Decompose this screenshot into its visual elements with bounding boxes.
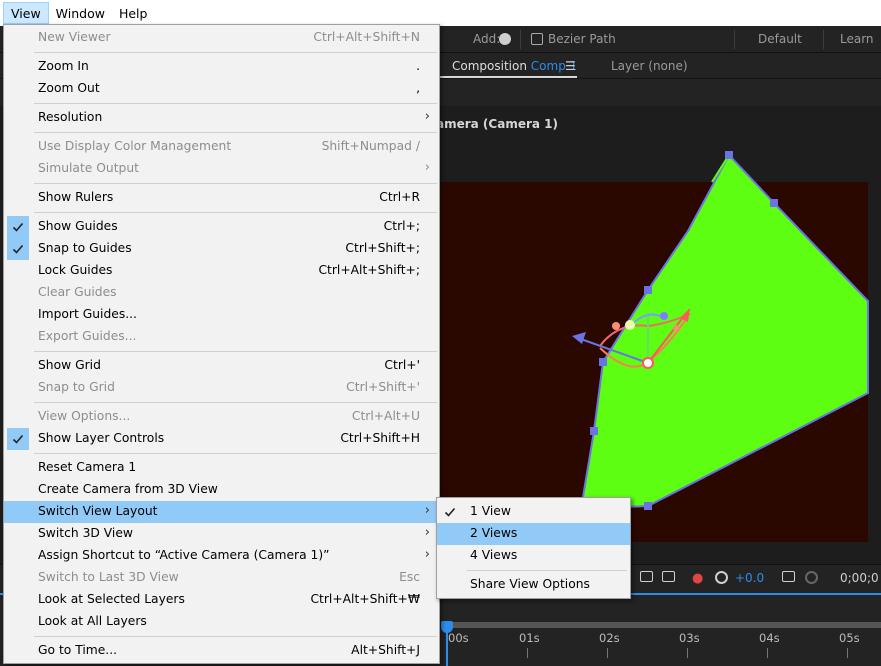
menu-window[interactable]: Window xyxy=(49,2,112,24)
menu-item-snap-to-guides[interactable]: Snap to Guides Ctrl+Shift+; xyxy=(4,238,439,260)
color-channels-icon[interactable]: ● xyxy=(692,571,703,586)
menu-item-import-guides[interactable]: Import Guides... xyxy=(4,304,439,326)
menu-separator xyxy=(34,183,437,184)
work-area-bar[interactable] xyxy=(445,622,881,628)
time-ruler-tick xyxy=(527,648,528,658)
checkmark-icon xyxy=(7,216,29,238)
submenu-arrow-icon: › xyxy=(424,109,430,124)
view-menu-dropdown: New Viewer Ctrl+Alt+Shift+N Zoom In . Zo… xyxy=(3,24,440,664)
menu-item-simulate-output[interactable]: Simulate Output › xyxy=(4,158,439,180)
menu-separator xyxy=(34,52,437,53)
menu-separator xyxy=(34,132,437,133)
checkmark-icon xyxy=(7,238,29,260)
menu-separator xyxy=(34,103,437,104)
camera-snapshot-icon[interactable] xyxy=(782,571,795,582)
menu-item-show-layer-controls[interactable]: Show Layer Controls Ctrl+Shift+H xyxy=(4,428,439,450)
menu-item-export-guides[interactable]: Export Guides... xyxy=(4,326,439,348)
menu-item-snap-to-grid[interactable]: Snap to Grid Ctrl+Shift+' xyxy=(4,377,439,399)
menu-item-display-color-management[interactable]: Use Display Color Management Shift+Numpa… xyxy=(4,136,439,158)
time-ruler-tick xyxy=(767,648,768,658)
green-shape-layer xyxy=(579,153,869,511)
menu-item-look-at-selected-layers[interactable]: Look at Selected Layers Ctrl+Alt+Shift+₩ xyxy=(4,589,439,611)
menu-item-view-options[interactable]: View Options... Ctrl+Alt+U xyxy=(4,406,439,428)
switch-view-layout-submenu: 1 View 2 Views 4 Views Share View Option… xyxy=(436,497,631,599)
menu-item-assign-shortcut[interactable]: Assign Shortcut to “Active Camera (Camer… xyxy=(4,545,439,567)
exposure-reset-icon[interactable] xyxy=(715,571,728,584)
menu-item-zoom-in[interactable]: Zoom In . xyxy=(4,56,439,78)
checkmark-icon xyxy=(7,428,29,450)
menu-item-zoom-out[interactable]: Zoom Out , xyxy=(4,78,439,100)
time-ruler-label: 02s xyxy=(599,631,620,645)
time-ruler-label: 04s xyxy=(759,631,780,645)
menu-item-show-rulers[interactable]: Show Rulers Ctrl+R xyxy=(4,187,439,209)
submenu-arrow-icon: › xyxy=(424,547,430,562)
menu-item-go-to-time[interactable]: Go to Time... Alt+Shift+J xyxy=(4,640,439,662)
menu-item-show-guides[interactable]: Show Guides Ctrl+; xyxy=(4,216,439,238)
menu-separator xyxy=(34,212,437,213)
menu-item-switch-to-last-3d-view[interactable]: Switch to Last 3D View Esc xyxy=(4,567,439,589)
menu-separator xyxy=(34,402,437,403)
time-ruler-label: 05s xyxy=(839,631,860,645)
menu-separator xyxy=(34,351,437,352)
region-of-interest-icon[interactable] xyxy=(640,571,653,582)
submenu-item-1-view[interactable]: 1 View xyxy=(437,501,630,523)
menu-separator xyxy=(467,570,627,571)
submenu-arrow-icon: › xyxy=(424,160,430,175)
time-ruler-tick xyxy=(687,648,688,658)
menu-item-resolution[interactable]: Resolution › xyxy=(4,107,439,129)
menu-item-look-at-all-layers[interactable]: Look at All Layers xyxy=(4,611,439,633)
show-snapshot-icon[interactable] xyxy=(805,571,818,584)
menu-help[interactable]: Help xyxy=(112,2,155,24)
playhead-handle[interactable] xyxy=(441,621,453,633)
time-ruler-tick xyxy=(607,648,608,658)
submenu-arrow-icon: › xyxy=(424,525,430,540)
menu-item-lock-guides[interactable]: Lock Guides Ctrl+Alt+Shift+; xyxy=(4,260,439,282)
time-ruler-tick xyxy=(847,648,848,658)
submenu-item-4-views[interactable]: 4 Views xyxy=(437,545,630,567)
menu-separator xyxy=(34,636,437,637)
checkmark-icon xyxy=(444,507,456,517)
timecode-readout[interactable]: 0;00;0 xyxy=(840,571,879,585)
menu-item-switch-3d-view[interactable]: Switch 3D View › xyxy=(4,523,439,545)
menu-separator xyxy=(34,453,437,454)
time-ruler-label: 01s xyxy=(519,631,540,645)
exposure-value[interactable]: +0.0 xyxy=(735,571,764,585)
submenu-arrow-icon: › xyxy=(424,503,430,518)
time-ruler-label: 03s xyxy=(679,631,700,645)
menu-view[interactable]: View xyxy=(3,2,49,24)
menu-item-show-grid[interactable]: Show Grid Ctrl+' xyxy=(4,355,439,377)
menubar: View Window Help xyxy=(0,0,881,26)
menu-item-create-camera-from-3d-view[interactable]: Create Camera from 3D View xyxy=(4,479,439,501)
menu-item-new-viewer[interactable]: New Viewer Ctrl+Alt+Shift+N xyxy=(4,27,439,49)
menu-item-reset-camera[interactable]: Reset Camera 1 xyxy=(4,457,439,479)
menu-item-switch-view-layout[interactable]: Switch View Layout › xyxy=(4,501,439,523)
submenu-item-share-view-options[interactable]: Share View Options xyxy=(437,574,630,596)
time-ruler-label: 00s xyxy=(448,631,469,645)
grid-toggle-icon[interactable] xyxy=(662,571,675,582)
menu-item-clear-guides[interactable]: Clear Guides xyxy=(4,282,439,304)
submenu-item-2-views[interactable]: 2 Views xyxy=(437,523,630,545)
